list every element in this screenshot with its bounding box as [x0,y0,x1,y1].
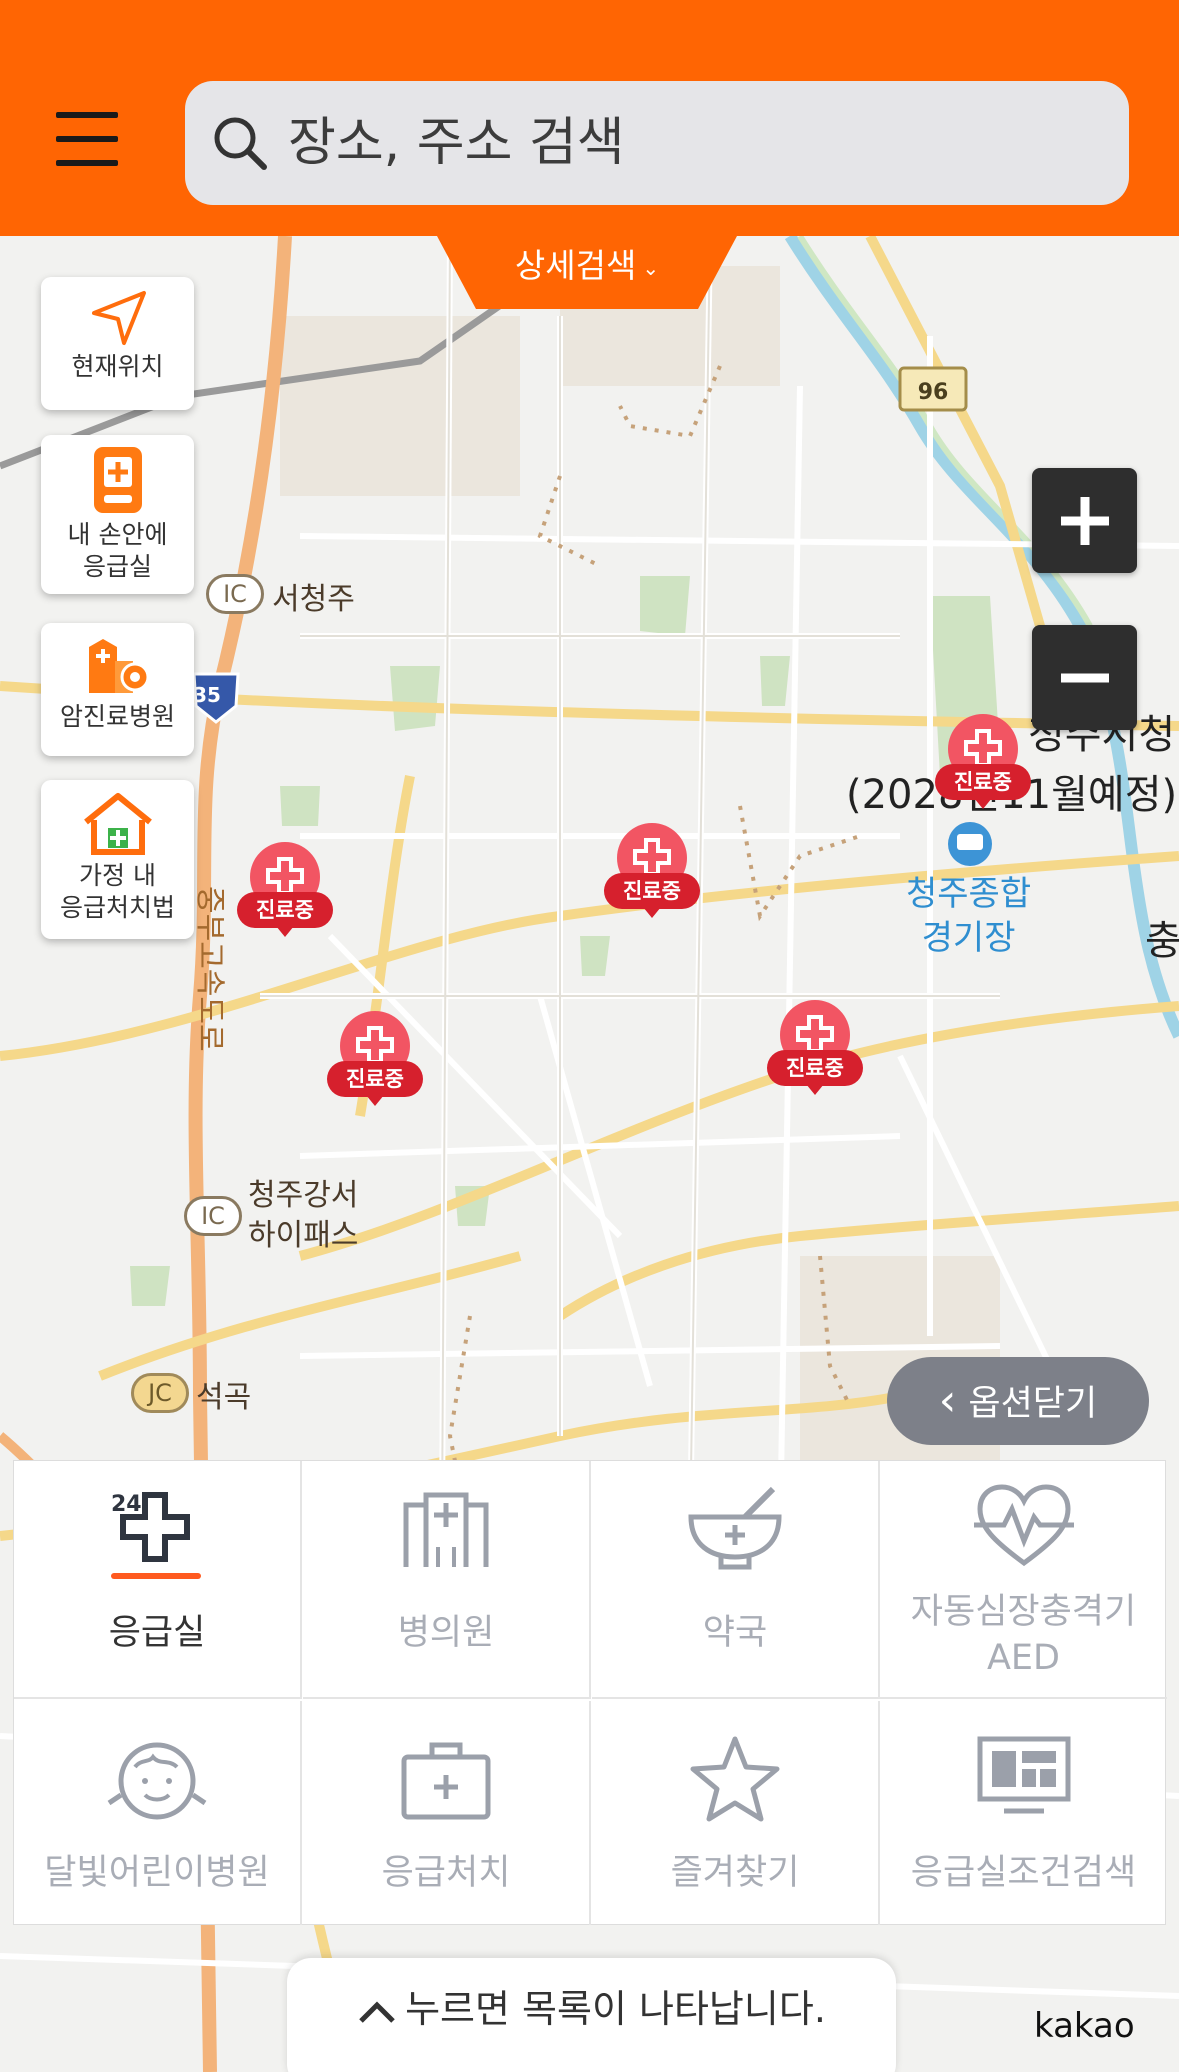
search-input[interactable] [288,103,1088,183]
jc-badge: JC [131,1373,189,1413]
option-close-button[interactable]: ‹ 옵션닫기 [887,1357,1149,1445]
category-er-condition-search[interactable]: 응급실조건검색 [880,1701,1167,1925]
star-icon [690,1736,780,1822]
category-aed[interactable]: 자동심장충격기 AED [880,1461,1167,1699]
emergency-in-hand-label-2: 응급실 [82,552,152,581]
marker-status: 진료중 [327,1061,423,1097]
cross-icon [356,1026,394,1064]
category-label: 달빛어린이병원 [44,1853,270,1893]
hospital-marker[interactable]: 진료중 [327,1011,423,1109]
cross-icon [964,729,1002,767]
category-emergency-room[interactable]: 24 응급실 [14,1461,302,1699]
cross-icon [633,838,671,876]
cancer-hospital-button[interactable]: 암진료병원 [41,623,194,756]
category-pharmacy[interactable]: 약국 [592,1461,880,1699]
route-35-label: 35 [193,683,221,707]
map-label-stadium: 청주종합 경기장 [906,874,1032,958]
menu-icon[interactable] [52,112,124,166]
marker-status: 진료중 [767,1050,863,1086]
emergency-in-hand-button[interactable]: 내 손안에 응급실 [41,435,194,594]
map-label-seocheongju: 서청주 [272,582,355,617]
ic-badge: IC [206,574,264,614]
ic-badge: IC [184,1196,242,1236]
route-96-label: 96 [918,380,949,405]
chevron-down-icon: ⌄ [642,255,660,280]
hospital-icon [403,1492,489,1567]
map-label-seokgok: 석곡 [196,1380,252,1415]
zoom-in-button[interactable] [1032,468,1137,573]
cancer-hospital-icon [88,639,149,693]
category-label: 응급처치 [381,1853,511,1893]
category-favorites[interactable]: 즐겨찾기 [592,1701,880,1925]
map-label-gangseo: 청주강서 하이패스 [248,1178,359,1253]
category-label: 응급실조건검색 [910,1853,1137,1893]
location-arrow-icon [91,291,146,345]
detail-search-tab[interactable]: 상세검색 ⌄ [437,236,737,309]
list-toggle-bar[interactable]: 누르면 목록이 나타납니다. [287,1958,896,2072]
cross-icon [266,857,304,895]
hospital-marker[interactable]: 진료중 [237,842,333,940]
chevron-up-icon [359,2000,395,2023]
map-label-edge: 충 [1145,918,1179,964]
list-toggle-label: 누르면 목록이 나타납니다. [405,1987,826,2031]
marker-status: 진료중 [604,873,700,909]
current-location-button[interactable]: 현재위치 [41,277,194,410]
marker-status: 진료중 [935,764,1031,800]
search-icon [214,117,267,170]
app-header [0,0,1179,236]
heart-pulse-icon [973,1484,1074,1567]
chevron-left-icon: ‹ [938,1375,957,1426]
hospital-marker[interactable]: 진료중 [767,1000,863,1098]
minus-icon [1060,673,1109,682]
pharmacy-icon [688,1486,782,1570]
emergency-24-icon: 24 [111,1492,201,1579]
detail-search-label: 상세검색 [514,246,637,285]
emergency-in-hand-label-1: 내 손안에 [67,520,168,549]
home-firstaid-button[interactable]: 가정 내 응급처치법 [41,780,194,939]
category-label: 자동심장충격기 AED [910,1592,1137,1678]
category-panel: 24 응급실 병의원 약국 자동심장충격기 AED 달빛어린이병원 응급처치 즐… [13,1460,1167,1925]
monitor-icon [977,1736,1070,1814]
expressway-label: 중부고속도로 [192,886,227,1052]
phone-emergency-icon [93,447,142,513]
category-first-aid[interactable]: 응급처치 [303,1701,591,1925]
hospital-marker[interactable]: 진료중 [604,823,700,921]
category-label: 약국 [702,1613,768,1653]
marker-status: 진료중 [237,892,333,928]
category-hospital[interactable]: 병의원 [303,1461,591,1699]
zoom-out-button[interactable] [1032,625,1137,730]
category-label: 병의원 [397,1613,495,1653]
plus-icon [1060,496,1109,545]
svg-text:24: 24 [111,1492,142,1517]
cross-icon [796,1015,834,1053]
cancer-hospital-label: 암진료병원 [59,702,175,731]
search-bar[interactable] [185,81,1129,205]
home-firstaid-label-2: 응급처치법 [59,893,175,922]
current-location-label: 현재위치 [71,352,164,381]
category-moonlight-children[interactable]: 달빛어린이병원 [14,1701,302,1925]
home-firstaid-icon [83,793,152,855]
home-firstaid-label-1: 가정 내 [79,861,156,890]
category-label: 즐겨찾기 [670,1853,800,1893]
hospital-marker[interactable]: 진료중 [935,714,1031,812]
first-aid-kit-icon [401,1742,491,1820]
child-face-icon [107,1742,207,1820]
option-close-label: 옵션닫기 [968,1384,1098,1424]
category-label: 응급실 [108,1613,206,1653]
kakao-logo: kakao [1034,2006,1135,2046]
